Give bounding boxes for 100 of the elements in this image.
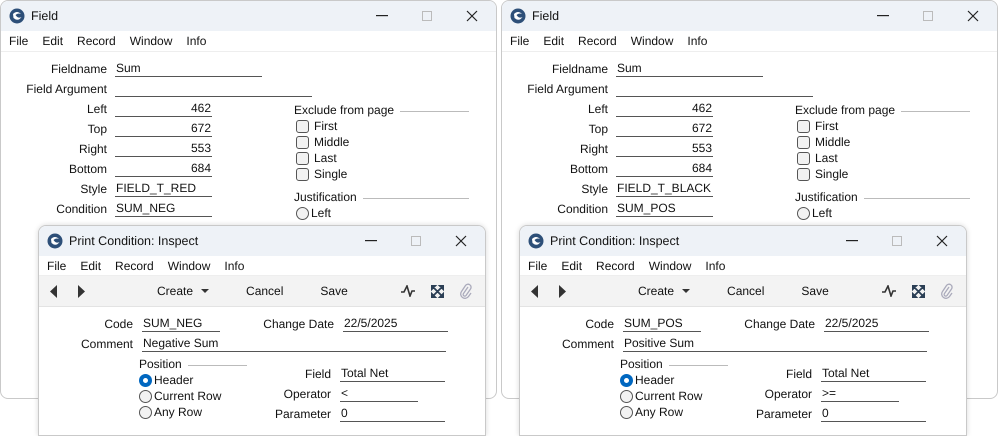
menu-button[interactable]: Create [638, 282, 690, 300]
input-field[interactable]: Total Net [340, 366, 445, 382]
pulse-icon[interactable] [400, 285, 415, 297]
field-label: Style [580, 182, 609, 197]
checkbox[interactable] [797, 136, 810, 148]
menu-item[interactable]: Edit [80, 258, 102, 272]
input-field[interactable]: 672 [115, 121, 212, 137]
menu-item[interactable]: Record [77, 34, 116, 48]
close-icon[interactable] [466, 10, 478, 22]
paperclip-icon[interactable] [460, 283, 472, 299]
menu-item[interactable]: Edit [561, 258, 582, 272]
input-field[interactable]: 684 [616, 161, 713, 177]
input-field[interactable]: 553 [115, 141, 212, 157]
menu-item[interactable]: Window [648, 258, 692, 272]
input-field[interactable]: Negative Sum [142, 336, 446, 352]
input-field[interactable]: >= [821, 386, 899, 402]
expand-icon[interactable] [430, 284, 444, 298]
previous-icon[interactable] [531, 284, 538, 298]
radio-button[interactable] [296, 206, 309, 220]
input-field[interactable]: 684 [115, 161, 212, 177]
toolbar-button[interactable]: Save [320, 282, 348, 300]
minimize-icon[interactable] [365, 240, 377, 242]
toolbar-button[interactable]: Cancel [246, 282, 284, 300]
menu-item[interactable]: File [47, 258, 66, 272]
field-label: Fieldname [50, 62, 108, 77]
toolbar-button[interactable]: Cancel [727, 282, 764, 300]
checkbox[interactable] [296, 136, 309, 148]
checkbox[interactable] [797, 168, 810, 180]
checkbox-label: Single [815, 167, 848, 181]
paperclip-icon[interactable] [940, 283, 953, 299]
menu-item[interactable]: Info [687, 34, 708, 48]
input-field[interactable]: SUM_POS [623, 316, 701, 332]
menu-item[interactable]: File [9, 34, 28, 48]
radio-label: Any Row [635, 405, 684, 419]
minimize-icon[interactable] [376, 15, 388, 17]
radio-button[interactable] [620, 390, 633, 402]
input-field[interactable]: 462 [616, 101, 713, 117]
input-field[interactable]: FIELD_T_BLACK [616, 181, 713, 197]
checkbox[interactable] [797, 120, 810, 132]
menu-item[interactable]: Info [186, 34, 206, 48]
input-field[interactable]: 22/5/2025 [343, 316, 448, 332]
radio-label: Header [154, 373, 194, 387]
close-icon[interactable] [967, 10, 979, 22]
field-label: Change Date [743, 317, 816, 332]
input-field[interactable]: 0 [340, 406, 445, 422]
input-field[interactable]: Sum [115, 61, 262, 77]
input-field[interactable]: 462 [115, 101, 212, 117]
previous-icon[interactable] [50, 284, 57, 298]
radio-button[interactable] [139, 406, 152, 418]
input-field[interactable]: FIELD_T_RED [115, 181, 212, 197]
checkbox[interactable] [296, 152, 309, 164]
menu-item[interactable]: Edit [543, 34, 564, 48]
group-title: Position [139, 357, 182, 371]
menu-item[interactable]: Window [630, 34, 674, 48]
group-title: Position [620, 357, 663, 371]
pulse-icon[interactable] [882, 285, 896, 297]
menu-item[interactable]: Record [596, 258, 635, 272]
menu-item[interactable]: Record [115, 258, 154, 272]
field-label: Top [86, 122, 108, 137]
menu-item[interactable]: File [528, 258, 548, 272]
window-title: Field [31, 9, 58, 23]
minimize-icon[interactable] [846, 240, 858, 242]
menu-button[interactable]: Create [157, 282, 210, 300]
input-field[interactable]: Sum [616, 61, 763, 77]
menu-item[interactable]: Record [578, 34, 617, 48]
radio-label: Header [635, 373, 674, 387]
toolbar-button[interactable]: Save [801, 282, 829, 300]
input-field[interactable]: 22/5/2025 [824, 316, 929, 332]
checkbox[interactable] [296, 168, 309, 180]
input-field[interactable]: Positive Sum [623, 336, 927, 352]
input-field[interactable]: 672 [616, 121, 713, 137]
radio-button[interactable] [620, 406, 633, 418]
input-field[interactable]: Total Net [821, 366, 926, 382]
checkbox[interactable] [797, 152, 810, 164]
next-icon[interactable] [78, 284, 85, 298]
close-icon[interactable] [936, 235, 948, 247]
radio-button[interactable] [139, 374, 152, 386]
menu-item[interactable]: Window [130, 34, 172, 48]
window-title: Field [532, 9, 560, 23]
menu-item[interactable]: Window [168, 258, 210, 272]
field-label: Operator [282, 387, 332, 402]
close-icon[interactable] [455, 235, 467, 247]
menu-item[interactable]: File [510, 34, 530, 48]
input-field[interactable]: SUM_POS [616, 201, 713, 217]
radio-button[interactable] [797, 206, 810, 220]
expand-icon[interactable] [912, 284, 925, 298]
checkbox[interactable] [296, 120, 309, 132]
menu-item[interactable]: Info [705, 258, 726, 272]
menu-item[interactable]: Info [224, 258, 244, 272]
input-field[interactable]: SUM_NEG [142, 316, 220, 332]
radio-button[interactable] [620, 374, 633, 386]
next-icon[interactable] [559, 284, 566, 298]
radio-button[interactable] [139, 390, 152, 402]
input-field[interactable]: < [340, 386, 418, 402]
input-field[interactable]: 0 [821, 406, 926, 422]
input-field[interactable]: SUM_NEG [115, 201, 212, 217]
checkbox-label: Single [314, 167, 348, 181]
menu-item[interactable]: Edit [42, 34, 64, 48]
input-field[interactable]: 553 [616, 141, 713, 157]
minimize-icon[interactable] [877, 15, 889, 17]
